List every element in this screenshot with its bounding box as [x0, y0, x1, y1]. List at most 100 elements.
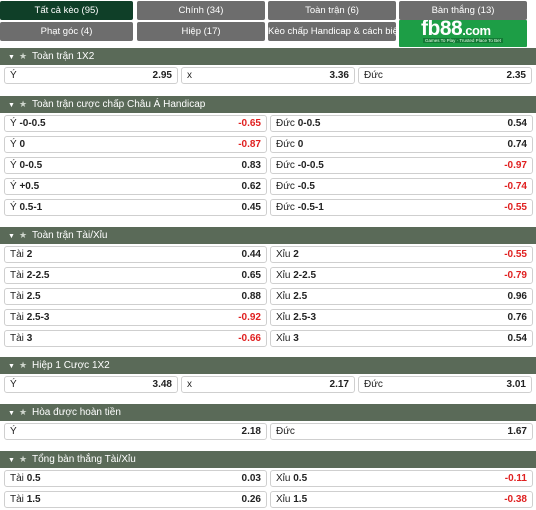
selection-label: Tài 2.5 [10, 291, 41, 302]
market-title: Toàn trận cược chấp Châu Á Handicap [32, 99, 206, 110]
odds-cell[interactable]: Đức 0-0.5 0.54 [270, 115, 533, 132]
odds-cell[interactable]: Đức -0-0.5 -0.97 [270, 157, 533, 174]
odds-cell[interactable]: Ý 3.48 [4, 376, 178, 393]
odds-value: -0.11 [504, 473, 527, 484]
handicap-line: 0.5 [26, 473, 41, 484]
odds-cell[interactable]: Ý 0 -0.87 [4, 136, 267, 153]
market-section-header[interactable]: ▼ ★ Hiệp 1 Cược 1X2 [0, 357, 536, 374]
star-icon[interactable]: ★ [19, 407, 27, 417]
odds-cell[interactable]: x 3.36 [181, 67, 355, 84]
odds-cell[interactable]: Tài 2-2.5 0.65 [4, 267, 267, 284]
odds-cell[interactable]: Đức -0.5 -0.74 [270, 178, 533, 195]
odds-cell[interactable]: Ý 0.5-1 0.45 [4, 199, 267, 216]
odds-row: Ý 2.18 Đức 1.67 [0, 421, 536, 442]
odds-cell[interactable]: Ý 2.95 [4, 67, 178, 84]
caret-down-icon[interactable]: ▼ [8, 363, 15, 370]
market-section-header[interactable]: ▼ ★ Tổng bàn thắng Tài/Xỉu [0, 451, 536, 468]
odds-cell[interactable]: Ý +0.5 0.62 [4, 178, 267, 195]
odds-cell[interactable]: Tài 0.5 0.03 [4, 470, 267, 487]
odds-cell[interactable]: Xỉu 2 -0.55 [270, 246, 533, 263]
market-section-header[interactable]: ▼ ★ Toàn trận Tài/Xỉu [0, 227, 536, 244]
odds-cell[interactable]: Tài 2.5-3 -0.92 [4, 309, 267, 326]
fb88-banner[interactable]: fb88.com Games To Play · Trusted Place T… [399, 20, 527, 47]
tab-2[interactable]: Chính (34) [137, 1, 265, 20]
odds-cell[interactable]: Xỉu 1.5 -0.38 [270, 491, 533, 508]
tab-1[interactable]: Tất cả kèo (95) [0, 1, 133, 20]
selection-label: Ý 0.5-1 [10, 202, 43, 213]
selection-label: Tài 0.5 [10, 473, 41, 484]
odds-cell[interactable]: Ý 2.18 [4, 423, 267, 440]
tab-5[interactable]: Phạt góc (4) [0, 22, 133, 41]
handicap-line: 1.5 [293, 494, 308, 505]
handicap-line: 2 [293, 249, 299, 260]
selection-label: Ý [10, 426, 17, 437]
tab-6[interactable]: Hiệp (17) [137, 22, 265, 41]
tab-4[interactable]: Bàn thắng (13) [399, 1, 527, 20]
star-icon[interactable]: ★ [19, 230, 27, 240]
star-icon[interactable]: ★ [19, 360, 27, 370]
caret-down-icon[interactable]: ▼ [8, 457, 15, 464]
market-title: Toàn trận 1X2 [32, 51, 95, 62]
odds-cell[interactable]: Xỉu 3 0.54 [270, 330, 533, 347]
market-title: Toàn trận Tài/Xỉu [32, 230, 108, 241]
odds-row: Tài 3 -0.66 Xỉu 3 0.54 [0, 328, 536, 349]
odds-cell[interactable]: Ý -0-0.5 -0.65 [4, 115, 267, 132]
odds-cell[interactable]: Đức 0 0.74 [270, 136, 533, 153]
market-section-header[interactable]: ▼ ★ Toàn trận 1X2 [0, 48, 536, 65]
odds-cell[interactable]: Xỉu 2.5-3 0.76 [270, 309, 533, 326]
market-section: ▼ ★ Toàn trận Tài/Xỉu Tài 2 0.44 Xỉu 2 -0.55 Tà… [0, 227, 536, 349]
star-icon[interactable]: ★ [19, 51, 27, 61]
odds-cell[interactable]: Đức -0.5-1 -0.55 [270, 199, 533, 216]
caret-down-icon[interactable]: ▼ [8, 233, 15, 240]
odds-cell[interactable]: x 2.17 [181, 376, 355, 393]
odds-value: 0.54 [507, 118, 527, 129]
selection-label: Ý [10, 379, 17, 390]
odds-value: 0.83 [241, 160, 261, 171]
banner-tagline: Games To Play · Trusted Place To Bet [423, 38, 503, 43]
selection-label: Đức 0 [276, 139, 304, 150]
market-title: Tổng bàn thắng Tài/Xỉu [32, 454, 136, 465]
selection-label: Tài 2.5-3 [10, 312, 50, 323]
odds-cell[interactable]: Tài 2.5 0.88 [4, 288, 267, 305]
handicap-line: 0-0.5 [19, 160, 43, 171]
odds-value: -0.74 [504, 181, 527, 192]
selection-label: Xỉu 0.5 [276, 473, 308, 484]
odds-row: Ý -0-0.5 -0.65 Đức 0-0.5 0.54 [0, 113, 536, 134]
selection-label: Tài 3 [10, 333, 33, 344]
odds-cell[interactable]: Xỉu 0.5 -0.11 [270, 470, 533, 487]
odds-cell[interactable]: Tài 1.5 0.26 [4, 491, 267, 508]
selection-label: Xỉu 2.5-3 [276, 312, 317, 323]
odds-value: 0.44 [241, 249, 261, 260]
star-icon[interactable]: ★ [19, 99, 27, 109]
selection-label: x [187, 70, 192, 81]
odds-cell[interactable]: Tài 3 -0.66 [4, 330, 267, 347]
odds-cell[interactable]: Tài 2 0.44 [4, 246, 267, 263]
market-title: Hòa được hoàn tiền [32, 407, 121, 418]
market-section-header[interactable]: ▼ ★ Hòa được hoàn tiền [0, 404, 536, 421]
handicap-line: 2.5 [293, 291, 308, 302]
odds-cell[interactable]: Đức 1.67 [270, 423, 533, 440]
selection-label: Ý 0-0.5 [10, 160, 43, 171]
selection-label: Xỉu 2 [276, 249, 299, 260]
odds-cell[interactable]: Xỉu 2.5 0.96 [270, 288, 533, 305]
caret-down-icon[interactable]: ▼ [8, 410, 15, 417]
handicap-line: 0.5 [293, 473, 308, 484]
odds-cell[interactable]: Đức 2.35 [358, 67, 532, 84]
handicap-line: 3 [293, 333, 299, 344]
handicap-line: -0.5 [297, 181, 315, 192]
odds-row: Ý +0.5 0.62 Đức -0.5 -0.74 [0, 176, 536, 197]
odds-cell[interactable]: Xỉu 2-2.5 -0.79 [270, 267, 533, 284]
handicap-line: 2.5-3 [26, 312, 50, 323]
odds-row: Ý 0 -0.87 Đức 0 0.74 [0, 134, 536, 155]
odds-value: 0.88 [241, 291, 261, 302]
star-icon[interactable]: ★ [19, 454, 27, 464]
tab-7[interactable]: Kèo chấp Handicap & cách biệt (5) [268, 22, 396, 41]
caret-down-icon[interactable]: ▼ [8, 54, 15, 61]
caret-down-icon[interactable]: ▼ [8, 102, 15, 109]
odds-value: 3.01 [506, 379, 526, 390]
tab-3[interactable]: Toàn trận (6) [268, 1, 396, 20]
odds-value: -0.79 [504, 270, 527, 281]
market-section-header[interactable]: ▼ ★ Toàn trận cược chấp Châu Á Handicap [0, 96, 536, 113]
odds-cell[interactable]: Ý 0-0.5 0.83 [4, 157, 267, 174]
odds-cell[interactable]: Đức 3.01 [358, 376, 532, 393]
